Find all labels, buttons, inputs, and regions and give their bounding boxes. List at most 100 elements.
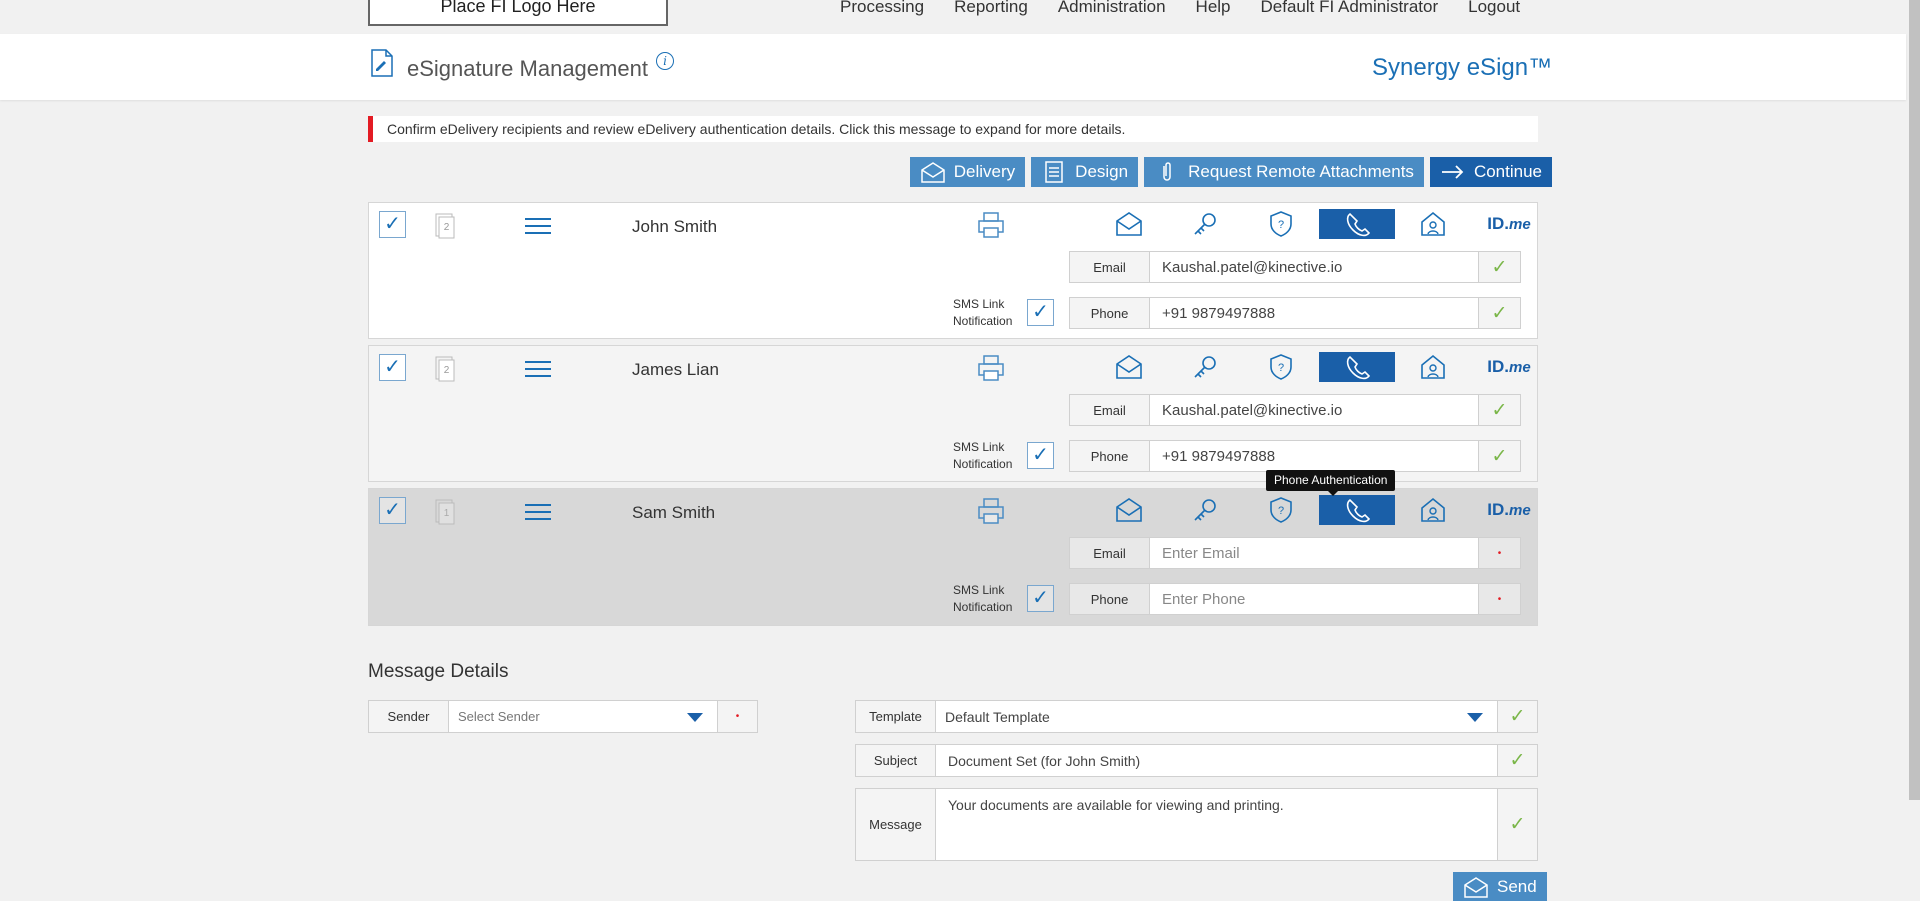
phone-icon bbox=[1346, 355, 1371, 380]
document-list-icon bbox=[1045, 161, 1063, 183]
idme-auth-option[interactable]: ID.me bbox=[1471, 352, 1547, 382]
recipient-name: James Lian bbox=[632, 360, 719, 379]
mail-open-icon bbox=[1116, 355, 1142, 379]
chevron-down-icon bbox=[1467, 712, 1483, 722]
email-label: Email bbox=[1070, 395, 1150, 425]
kba-auth-option[interactable] bbox=[1395, 209, 1471, 239]
phone-input[interactable]: Enter Phone bbox=[1150, 584, 1478, 614]
key-icon bbox=[1194, 213, 1216, 235]
security-question-auth-option[interactable]: ? bbox=[1243, 209, 1319, 239]
sms-notification-checkbox[interactable]: ✓ bbox=[1027, 585, 1054, 612]
scrollbar-thumb[interactable] bbox=[1909, 0, 1920, 800]
reorder-icon[interactable] bbox=[525, 503, 551, 521]
phone-auth-option[interactable] bbox=[1319, 352, 1395, 382]
required-dot: • bbox=[1497, 593, 1502, 605]
auth-methods: ? ID.me bbox=[1091, 209, 1547, 239]
nav-processing[interactable]: Processing bbox=[840, 0, 924, 15]
shield-question-icon: ? bbox=[1270, 211, 1292, 237]
request-remote-attachments-label: Request Remote Attachments bbox=[1188, 162, 1414, 181]
delivery-button[interactable]: Delivery bbox=[909, 157, 1026, 187]
arrow-right-icon bbox=[1441, 165, 1464, 179]
idme-auth-option[interactable]: ID.me bbox=[1471, 495, 1547, 525]
send-button[interactable]: Send bbox=[1453, 872, 1547, 901]
email-auth-option[interactable] bbox=[1091, 352, 1167, 382]
subject-input[interactable]: Document Set (for John Smith) bbox=[936, 745, 1497, 776]
info-icon[interactable]: i bbox=[656, 52, 674, 70]
id-house-icon bbox=[1421, 211, 1445, 236]
print-icon[interactable] bbox=[977, 211, 1005, 239]
phone-label: Phone bbox=[1070, 298, 1150, 328]
security-question-auth-option[interactable]: ? bbox=[1243, 495, 1319, 525]
page-scrollbar[interactable] bbox=[1906, 0, 1920, 901]
request-remote-attachments-button[interactable]: Request Remote Attachments bbox=[1144, 157, 1424, 187]
nav-help[interactable]: Help bbox=[1196, 0, 1231, 15]
reorder-icon[interactable] bbox=[525, 360, 551, 378]
idme-logo: ID.me bbox=[1487, 357, 1530, 377]
recipient-checkbox[interactable]: ✓ bbox=[379, 354, 406, 381]
page-count-icon: 2 bbox=[435, 213, 455, 239]
key-icon bbox=[1194, 499, 1216, 521]
edelivery-alert[interactable]: Confirm eDelivery recipients and review … bbox=[368, 116, 1538, 142]
email-auth-option[interactable] bbox=[1091, 209, 1167, 239]
page-count-icon: 2 bbox=[435, 356, 455, 382]
email-input[interactable]: Enter Email bbox=[1150, 538, 1478, 568]
message-label: Message bbox=[856, 789, 936, 860]
shield-question-icon: ? bbox=[1270, 354, 1292, 380]
template-select[interactable]: Default Template bbox=[936, 701, 1497, 732]
key-auth-option[interactable] bbox=[1167, 209, 1243, 239]
sender-select[interactable]: Select Sender bbox=[449, 701, 717, 732]
sms-notification-checkbox[interactable]: ✓ bbox=[1027, 442, 1054, 469]
key-auth-option[interactable] bbox=[1167, 352, 1243, 382]
key-auth-option[interactable] bbox=[1167, 495, 1243, 525]
reorder-icon[interactable] bbox=[525, 217, 551, 235]
kba-auth-option[interactable] bbox=[1395, 352, 1471, 382]
email-field: Email Enter Email • bbox=[1069, 537, 1521, 569]
phone-auth-option[interactable] bbox=[1319, 495, 1395, 525]
print-icon[interactable] bbox=[977, 354, 1005, 382]
phone-field: Phone +91 9879497888 ✓ bbox=[1069, 440, 1521, 472]
message-details-title: Message Details bbox=[368, 661, 509, 682]
recipient-checkbox[interactable]: ✓ bbox=[379, 497, 406, 524]
recipient-checkbox[interactable]: ✓ bbox=[379, 211, 406, 238]
kba-auth-option[interactable] bbox=[1395, 495, 1471, 525]
required-indicator: • bbox=[1478, 538, 1520, 568]
svg-text:?: ? bbox=[1278, 505, 1284, 517]
email-auth-option[interactable] bbox=[1091, 495, 1167, 525]
message-textarea[interactable]: Your documents are available for viewing… bbox=[936, 789, 1497, 860]
email-input[interactable]: Kaushal.patel@kinective.io bbox=[1150, 252, 1478, 282]
nav-administration[interactable]: Administration bbox=[1058, 0, 1166, 15]
sms-label-line1: SMS Link bbox=[953, 297, 1005, 311]
design-button[interactable]: Design bbox=[1031, 157, 1139, 187]
recipient-row: ✓ 2 John Smith ? ID.me Email Kaushal.pat… bbox=[368, 202, 1538, 339]
phone-auth-tooltip: Phone Authentication bbox=[1266, 470, 1396, 496]
phone-input[interactable]: +91 9879497888 bbox=[1150, 441, 1478, 471]
recipient-row: ✓ 1 Sam Smith ? ID.me Email Enter Email … bbox=[368, 488, 1538, 626]
idme-auth-option[interactable]: ID.me bbox=[1471, 209, 1547, 239]
phone-auth-option[interactable] bbox=[1319, 209, 1395, 239]
id-house-icon bbox=[1421, 354, 1445, 379]
sms-notification-checkbox[interactable]: ✓ bbox=[1027, 299, 1054, 326]
fi-logo: Place FI Logo Here bbox=[368, 0, 668, 26]
action-bar: Delivery Design Request Remote Attachmen… bbox=[909, 157, 1552, 187]
print-icon[interactable] bbox=[977, 497, 1005, 525]
continue-button[interactable]: Continue bbox=[1429, 157, 1552, 187]
email-input[interactable]: Kaushal.patel@kinective.io bbox=[1150, 395, 1478, 425]
nav-user[interactable]: Default FI Administrator bbox=[1261, 0, 1439, 15]
page-header: eSignature Management i Synergy eSign™ bbox=[0, 34, 1906, 100]
phone-field: Phone +91 9879497888 ✓ bbox=[1069, 297, 1521, 329]
document-sign-icon bbox=[371, 49, 393, 77]
nav-logout[interactable]: Logout bbox=[1468, 0, 1520, 15]
sms-notification-label: SMS Link Notification bbox=[953, 439, 1012, 473]
svg-text:?: ? bbox=[1278, 362, 1284, 374]
phone-input[interactable]: +91 9879497888 bbox=[1150, 298, 1478, 328]
sms-notification-label: SMS Link Notification bbox=[953, 582, 1012, 616]
required-dot: • bbox=[735, 711, 740, 722]
valid-check-icon: ✓ bbox=[1497, 701, 1537, 732]
page-title: eSignature Management bbox=[407, 56, 648, 81]
required-indicator: • bbox=[717, 701, 757, 732]
idme-logo: ID.me bbox=[1487, 214, 1530, 234]
valid-check-icon: ✓ bbox=[1497, 745, 1537, 776]
security-question-auth-option[interactable]: ? bbox=[1243, 352, 1319, 382]
nav-reporting[interactable]: Reporting bbox=[954, 0, 1028, 15]
top-nav: Processing Reporting Administration Help… bbox=[840, 0, 1550, 15]
